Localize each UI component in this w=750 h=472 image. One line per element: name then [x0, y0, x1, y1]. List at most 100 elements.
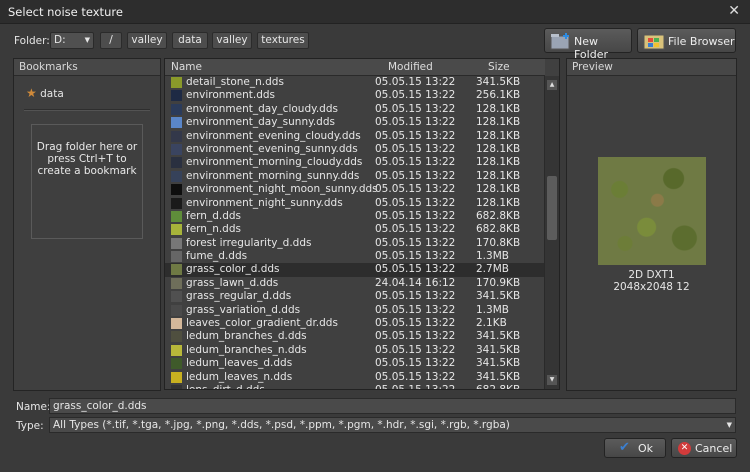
file-modified: 05.05.15 13:22: [375, 169, 456, 182]
table-row[interactable]: environment.dds 05.05.15 13:22 256.1KB: [165, 89, 545, 102]
file-name: grass_color_d.dds: [186, 263, 280, 276]
preview-format: 2D DXT1: [628, 269, 675, 281]
table-row[interactable]: leaves_color_gradient_dr.dds 05.05.15 13:…: [165, 317, 545, 330]
file-thumbnail-icon: [171, 77, 182, 88]
file-size: 1.3MB: [476, 303, 509, 316]
table-row[interactable]: fern_n.dds 05.05.15 13:22 682.8KB: [165, 223, 545, 236]
file-modified: 05.05.15 13:22: [375, 236, 456, 249]
table-row[interactable]: fume_d.dds 05.05.15 13:22 1.3MB: [165, 250, 545, 263]
file-name: grass_variation_d.dds: [186, 303, 301, 316]
table-row[interactable]: grass_regular_d.dds 05.05.15 13:22 341.5KB: [165, 290, 545, 303]
file-name: grass_regular_d.dds: [186, 290, 292, 303]
scrollbar-thumb[interactable]: [547, 176, 557, 240]
file-size: 128.1KB: [476, 196, 521, 209]
scroll-down-icon[interactable]: ▼: [547, 375, 557, 385]
file-thumbnail-icon: [171, 251, 182, 263]
table-row[interactable]: ledum_branches_n.dds 05.05.15 13:22 341.5K…: [165, 344, 545, 357]
file-thumbnail-icon: [171, 224, 182, 236]
star-icon: ★: [26, 86, 37, 100]
preview-dimensions: 2048x2048 12: [613, 281, 690, 293]
file-name: environment_night_moon_sunny.dds: [186, 183, 378, 196]
type-select[interactable]: All Types (*.tif, *.tga, *.jpg, *.png, *…: [49, 417, 736, 433]
bookmark-item-data[interactable]: ★ data: [26, 86, 64, 100]
ok-label: Ok: [638, 442, 654, 455]
file-name: environment_day_cloudy.dds: [186, 102, 338, 115]
folder-label: Folder:: [14, 35, 50, 47]
file-thumbnail-icon: [171, 344, 182, 356]
file-size: 341.5KB: [476, 330, 521, 343]
file-thumbnail-icon: [171, 304, 182, 316]
breadcrumb-valley-2[interactable]: valley: [212, 32, 252, 49]
file-browser-button[interactable]: File Browser: [637, 28, 736, 53]
table-row[interactable]: grass_lawn_d.dds 24.04.14 16:12 170.9KB: [165, 277, 545, 290]
file-list[interactable]: Name Modified Size detail_stone_n.dds 05.…: [164, 58, 560, 390]
drive-select[interactable]: D: ▼: [50, 32, 94, 49]
breadcrumb-textures[interactable]: textures: [257, 32, 309, 49]
file-name: environment_day_sunny.dds: [186, 116, 335, 129]
file-modified: 05.05.15 13:22: [375, 102, 456, 115]
table-row[interactable]: ledum_leaves_d.dds 05.05.15 13:22 341.5KB: [165, 357, 545, 370]
breadcrumb-valley[interactable]: valley: [127, 32, 167, 49]
file-size: 128.1KB: [476, 169, 521, 182]
bookmark-drop-zone[interactable]: Drag folder here or press Ctrl+T to crea…: [31, 124, 143, 239]
table-row[interactable]: environment_night_moon_sunny.dds 05.05.15…: [165, 183, 545, 196]
file-modified: 05.05.15 13:22: [375, 89, 456, 102]
table-row[interactable]: grass_color_d.dds 05.05.15 13:22 2.7MB: [165, 263, 545, 277]
table-row[interactable]: environment_day_cloudy.dds 05.05.15 13:22…: [165, 103, 545, 116]
file-size: 128.1KB: [476, 183, 521, 196]
file-modified: 05.05.15 13:22: [375, 357, 456, 370]
bookmarks-divider: [24, 109, 150, 111]
table-row[interactable]: fern_d.dds 05.05.15 13:22 682.8KB: [165, 210, 545, 223]
file-size: 128.1KB: [476, 116, 521, 129]
file-modified: 05.05.15 13:22: [375, 156, 456, 169]
table-row[interactable]: environment_morning_sunny.dds 05.05.15 13…: [165, 170, 545, 183]
table-row[interactable]: environment_day_sunny.dds 05.05.15 13:22 1…: [165, 116, 545, 129]
file-thumbnail-icon: [171, 264, 182, 276]
file-thumbnail-icon: [171, 318, 182, 330]
file-list-scrollbar[interactable]: ▲ ▼: [544, 76, 559, 389]
breadcrumb-root[interactable]: /: [100, 32, 122, 49]
file-thumbnail-icon: [171, 210, 182, 222]
column-name[interactable]: Name: [171, 61, 202, 73]
file-name: fume_d.dds: [186, 250, 248, 263]
cancel-icon: ✕: [678, 442, 691, 455]
table-row[interactable]: ledum_branches_d.dds 05.05.15 13:22 341.5K…: [165, 330, 545, 343]
file-modified: 05.05.15 13:22: [375, 183, 456, 196]
column-modified[interactable]: Modified: [388, 61, 433, 73]
file-modified: 05.05.15 13:22: [375, 116, 456, 129]
ok-button[interactable]: ✔ Ok: [604, 438, 666, 458]
chevron-down-icon: ▼: [726, 421, 732, 429]
table-row[interactable]: environment_night_sunny.dds 05.05.15 13:2…: [165, 197, 545, 210]
file-list-header: Name Modified Size: [165, 59, 545, 76]
new-folder-icon: [550, 33, 570, 50]
file-thumbnail-icon: [171, 384, 182, 389]
table-row[interactable]: grass_variation_d.dds 05.05.15 13:22 1.3MB: [165, 304, 545, 317]
file-name: detail_stone_n.dds: [186, 76, 284, 88]
name-label: Name:: [16, 401, 51, 413]
table-row[interactable]: ledum_leaves_n.dds 05.05.15 13:22 341.5KB: [165, 371, 545, 384]
table-row[interactable]: environment_morning_cloudy.dds 05.05.15 1…: [165, 156, 545, 169]
new-folder-button[interactable]: New Folder: [544, 28, 632, 61]
table-row[interactable]: environment_evening_cloudy.dds 05.05.15 1…: [165, 130, 545, 143]
file-thumbnail-icon: [171, 90, 182, 102]
close-icon[interactable]: ✕: [728, 3, 740, 19]
table-row[interactable]: lens_dirt_d.dds 05.05.15 13:22 682.8KB: [165, 384, 545, 389]
file-size: 682.8KB: [476, 209, 521, 222]
table-row[interactable]: environment_evening_sunny.dds 05.05.15 13…: [165, 143, 545, 156]
texture-preview-image: [598, 157, 706, 265]
table-row[interactable]: detail_stone_n.dds 05.05.15 13:22 341.5KB: [165, 76, 545, 89]
cancel-button[interactable]: ✕ Cancel: [671, 438, 737, 458]
file-name: grass_lawn_d.dds: [186, 276, 279, 289]
folder-bar: Folder: D: ▼ / valley data valley textur…: [0, 24, 750, 61]
drive-value: D:: [54, 34, 66, 46]
file-thumbnail-icon: [171, 331, 182, 343]
file-name: ledum_leaves_d.dds: [186, 357, 293, 370]
name-input[interactable]: grass_color_d.dds: [49, 398, 736, 414]
file-name: fern_d.dds: [186, 209, 241, 222]
breadcrumb-data[interactable]: data: [172, 32, 208, 49]
scroll-up-icon[interactable]: ▲: [547, 80, 557, 90]
table-row[interactable]: forest irregularity_d.dds 05.05.15 13:22 1…: [165, 237, 545, 250]
column-size[interactable]: Size: [488, 61, 510, 73]
file-size: 170.8KB: [476, 236, 521, 249]
file-thumbnail-icon: [171, 197, 182, 209]
